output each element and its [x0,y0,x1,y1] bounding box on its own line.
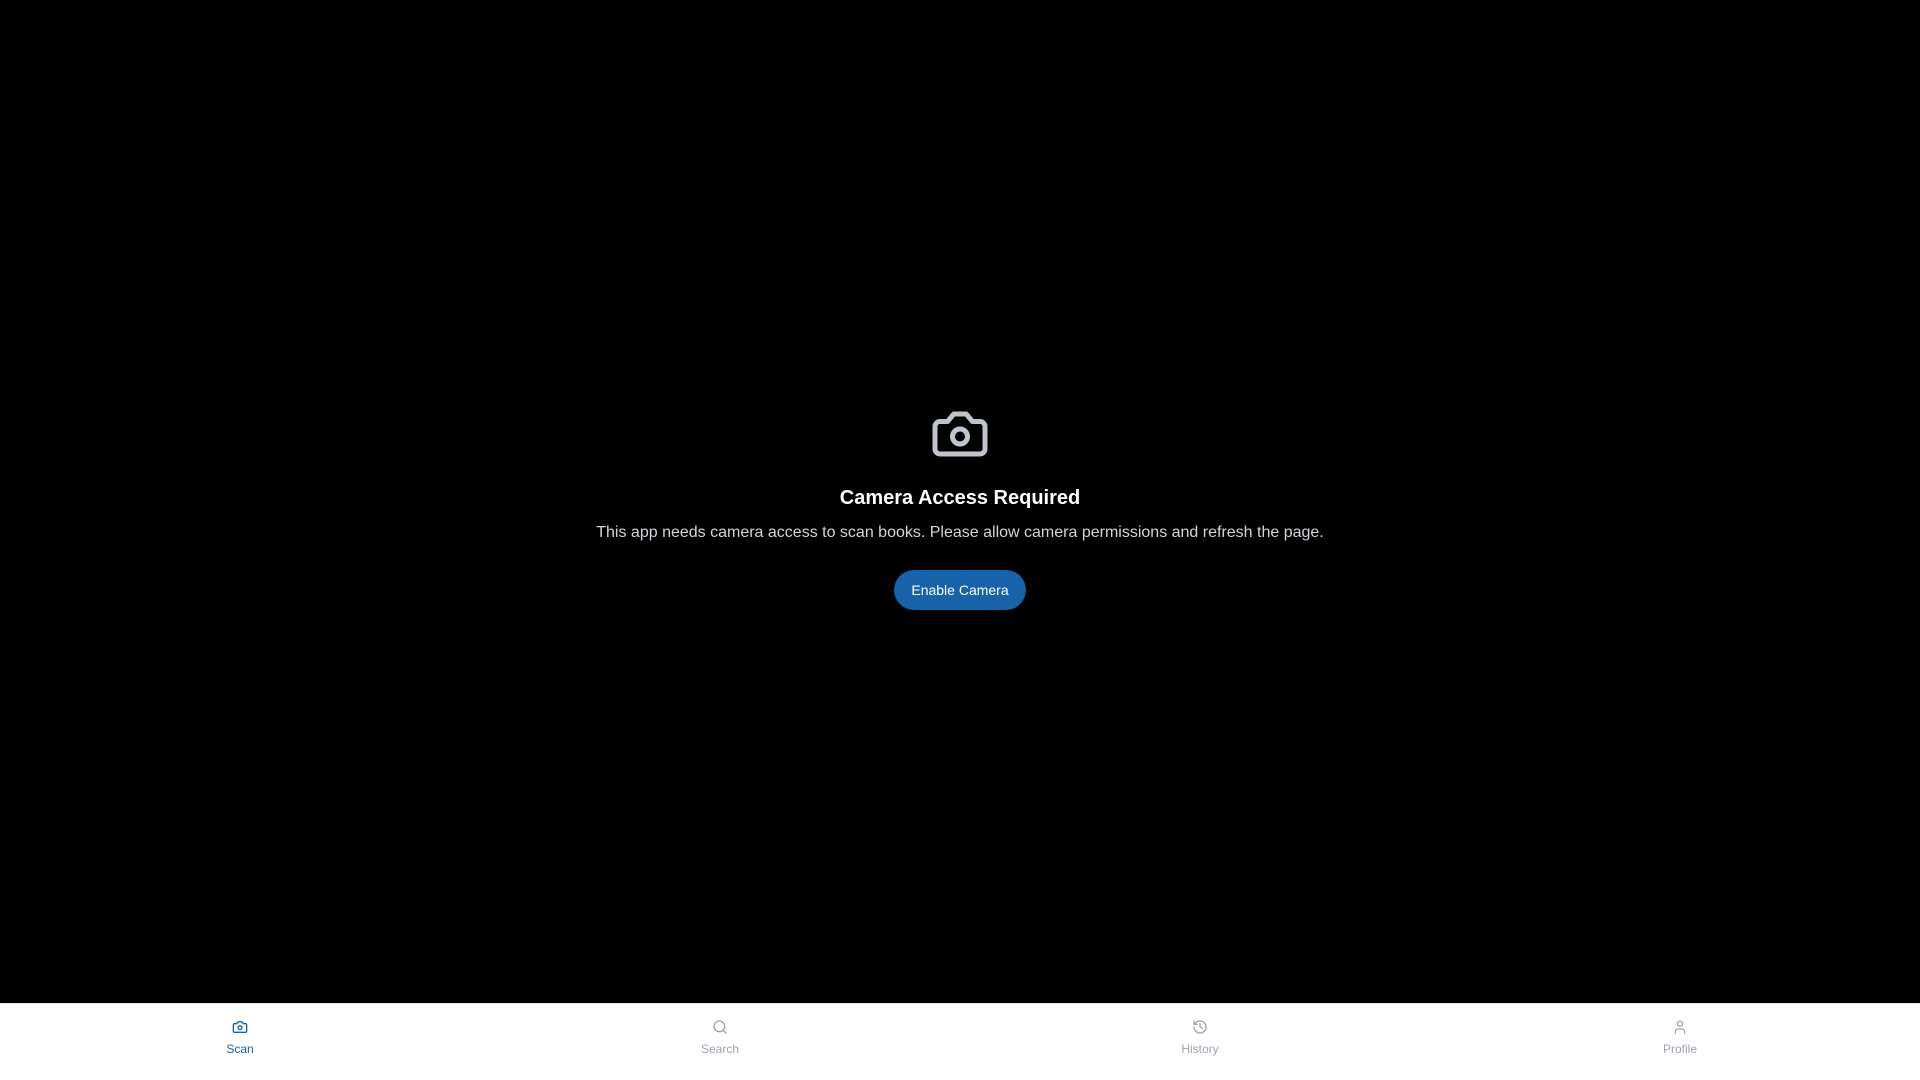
camera-view: Camera Access Required This app needs ca… [0,0,1920,1003]
camera-icon [930,404,990,464]
user-icon [1672,1019,1688,1035]
nav-label-search: Search [700,1042,740,1056]
nav-label-profile: Profile [1662,1042,1697,1056]
search-icon [712,1019,728,1035]
history-icon [1192,1019,1208,1035]
camera-permission-prompt: Camera Access Required This app needs ca… [596,404,1324,610]
camera-icon [232,1019,248,1035]
permission-description: This app needs camera access to scan boo… [596,523,1324,541]
nav-item-search[interactable]: Search [480,1004,960,1080]
nav-item-profile[interactable]: Profile [1440,1004,1920,1080]
nav-item-scan[interactable]: Scan [0,1004,480,1080]
bottom-nav: Scan Search History Profile [0,1003,1920,1080]
nav-label-scan: Scan [226,1042,254,1056]
app-root: Camera Access Required This app needs ca… [0,0,1920,1080]
nav-label-history: History [1181,1042,1219,1056]
enable-camera-button[interactable]: Enable Camera [894,569,1026,610]
permission-title: Camera Access Required [839,486,1081,509]
nav-item-history[interactable]: History [960,1004,1440,1080]
